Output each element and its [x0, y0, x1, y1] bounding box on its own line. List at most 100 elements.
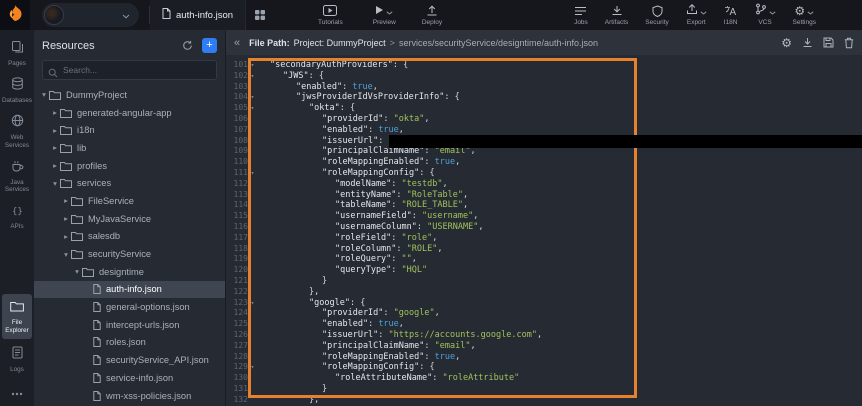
breadcrumb-project[interactable]: Project: DummyProject	[294, 38, 386, 48]
tree-item-securityService[interactable]: ▾securityService	[34, 245, 225, 263]
fold-icon[interactable]: ▾	[248, 362, 257, 373]
code-token: :	[342, 82, 352, 93]
chevron-down-icon[interactable]: ▾	[39, 90, 49, 99]
tree-item-label: service-info.json	[106, 373, 173, 383]
tree-item-label: DummyProject	[66, 90, 127, 100]
sidebar-item-web-services[interactable]: Web Services	[0, 109, 34, 153]
tree-item-designtime[interactable]: ▾designtime	[34, 263, 225, 281]
code-token: "usernameField"	[335, 211, 412, 222]
code-token: "enabled"	[296, 82, 342, 93]
editor-settings-gear-icon[interactable]: ⚙	[781, 37, 792, 49]
chevron-right-icon[interactable]: ▸	[61, 196, 71, 205]
vcs-button[interactable]: VCS	[755, 5, 776, 26]
chevron-down-icon[interactable]: ▾	[72, 267, 82, 276]
indent	[257, 298, 309, 309]
tree-item-roles.json[interactable]: roles.json	[34, 334, 225, 352]
settings-button[interactable]: ⚙ Settings	[793, 5, 817, 26]
code-editor[interactable]: 101▾"secondaryAuthProviders": {102▾"JWS"…	[226, 55, 862, 406]
chevron-right-icon[interactable]: ▸	[50, 108, 60, 117]
chevron-down-icon[interactable]: ▾	[61, 250, 71, 259]
folder-icon	[60, 161, 72, 171]
code-line-105: 105▾"okta": {	[226, 103, 862, 114]
code-line-126: 126"issuerUrl": "https://accounts.google…	[226, 330, 862, 341]
tree-item-securityService_API.json[interactable]: securityService_API.json	[34, 351, 225, 369]
code-token: :	[424, 146, 434, 157]
folder-icon	[71, 231, 83, 241]
tree-item-MyJavaService[interactable]: ▸MyJavaService	[34, 210, 225, 228]
breadcrumb-path: services/securityService/designtime/auth…	[399, 38, 598, 48]
tree-item-auth-info.json[interactable]: auth-info.json	[34, 281, 225, 299]
app-logo[interactable]	[0, 0, 30, 30]
tutorials-button[interactable]: Tutorials	[318, 5, 343, 26]
i18n-button[interactable]: A I18N	[724, 5, 738, 26]
code-line-128: 128"roleMappingEnabled": true,	[226, 352, 862, 363]
preview-button[interactable]: Preview	[373, 5, 396, 26]
sidebar-item-java-services[interactable]: Java Services	[0, 154, 34, 198]
tree-item-i18n[interactable]: ▸i18n	[34, 121, 225, 139]
chevron-down-icon[interactable]: ▾	[50, 179, 60, 188]
tab-auth-info-json[interactable]: auth-info.json	[150, 0, 246, 30]
indent	[257, 287, 309, 298]
sidebar-item-databases[interactable]: Databases	[0, 72, 34, 109]
fold-icon[interactable]: ▾	[248, 103, 257, 114]
sidebar-item-pages[interactable]: Pages	[0, 35, 34, 72]
artifacts-button[interactable]: Artifacts	[605, 5, 628, 26]
gear-icon: ⚙	[794, 5, 805, 17]
code-line-127: 127"principalClaimName": "email",	[226, 341, 862, 352]
code-line-113: 113"entityName": "RoleTable",	[226, 190, 862, 201]
sidebar-item-apis[interactable]: {} APIs	[0, 198, 34, 235]
artifacts-icon	[611, 5, 623, 17]
tree-item-wm-xss-policies.json[interactable]: wm-xss-policies.json	[34, 387, 225, 405]
file-path-bar: « File Path: Project: DummyProject > ser…	[226, 30, 862, 55]
download-icon[interactable]	[802, 37, 813, 48]
sidebar-item-more[interactable]	[0, 378, 34, 406]
folder-icon	[60, 108, 72, 118]
chevron-right-icon[interactable]: ▸	[61, 232, 71, 241]
indent	[257, 341, 322, 352]
chevron-right-icon[interactable]: ▸	[50, 161, 60, 170]
tree-item-generated-angular-app[interactable]: ▸generated-angular-app	[34, 104, 225, 122]
tree-item-intercept-urls.json[interactable]: intercept-urls.json	[34, 316, 225, 334]
chevron-down-icon	[807, 2, 814, 20]
security-button[interactable]: Security	[645, 5, 668, 26]
tree-item-salesdb[interactable]: ▸salesdb	[34, 228, 225, 246]
code-token: "usernameColumn"	[335, 222, 417, 233]
collapse-panel-icon[interactable]: «	[234, 37, 240, 49]
deploy-button[interactable]: Deploy	[422, 5, 442, 26]
indent	[257, 254, 335, 265]
tree-item-DummyProject[interactable]: ▾ DummyProject	[34, 86, 225, 104]
file-icon	[162, 8, 171, 22]
grid-icon[interactable]	[254, 9, 266, 21]
fold-icon[interactable]: ▾	[248, 298, 257, 309]
folder-icon	[82, 267, 94, 277]
trash-icon[interactable]	[844, 37, 854, 49]
tree-item-lib[interactable]: ▸lib	[34, 139, 225, 157]
save-icon[interactable]	[823, 37, 834, 48]
search-input[interactable]	[42, 60, 217, 80]
jobs-button[interactable]: Jobs	[574, 5, 588, 26]
project-switcher[interactable]	[42, 3, 139, 27]
tree-item-FileService[interactable]: ▸FileService	[34, 192, 225, 210]
fold-icon[interactable]: ▾	[248, 92, 257, 103]
tree-item-service-info.json[interactable]: service-info.json	[34, 369, 225, 387]
add-resource-button[interactable]: +	[202, 38, 217, 53]
tree-item-services[interactable]: ▾services	[34, 174, 225, 192]
sidebar-item-logs[interactable]: Logs	[0, 341, 34, 378]
chevron-right-icon[interactable]: ▸	[50, 143, 60, 152]
export-button[interactable]: Export	[686, 5, 707, 26]
project-avatar	[44, 5, 64, 25]
fold-spacer	[248, 211, 257, 222]
code-line-104: 104▾"jwsProviderIdVsProviderInfo": {	[226, 92, 862, 103]
sidebar-item-file-explorer[interactable]: File Explorer	[2, 294, 32, 338]
refresh-icon[interactable]	[182, 40, 193, 51]
app-window: auth-info.json Tutorials Preview Deploy …	[0, 0, 862, 406]
fold-icon[interactable]: ▾	[248, 168, 257, 179]
tree-item-profiles[interactable]: ▸profiles	[34, 157, 225, 175]
tree-item-general-options.json[interactable]: general-options.json	[34, 298, 225, 316]
code-token: :	[368, 319, 378, 330]
fold-icon[interactable]: ▾	[248, 60, 257, 71]
fold-icon[interactable]: ▾	[248, 71, 257, 82]
code-token: "tableName"	[335, 200, 391, 211]
chevron-right-icon[interactable]: ▸	[50, 126, 60, 135]
chevron-right-icon[interactable]: ▸	[61, 214, 71, 223]
